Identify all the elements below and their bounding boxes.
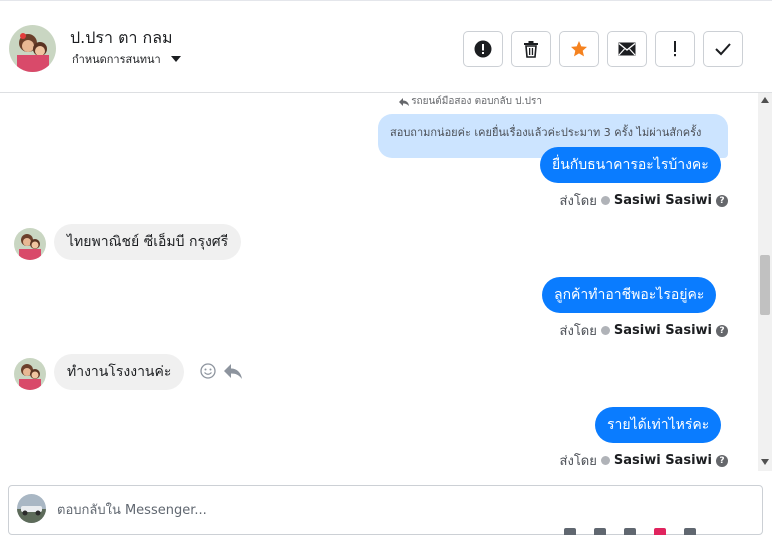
- sent-check-icon: [600, 196, 610, 205]
- conversation-actions: [463, 31, 743, 67]
- sent-by-prefix: ส่งโดย: [559, 324, 597, 339]
- composer-toolbar: [564, 528, 696, 535]
- alert-circle-icon: [474, 40, 492, 58]
- reply-reference-text: รถยนต์มือสอง ตอบกลับ ป.ปรา: [411, 96, 542, 107]
- sender-name[interactable]: Sasiwi Sasiwi: [614, 323, 712, 338]
- outgoing-message[interactable]: ยื่นกับธนาคารอะไรบ้างคะ: [540, 147, 721, 183]
- emoji-icon[interactable]: [654, 528, 666, 535]
- message-thread[interactable]: รถยนต์มือสอง ตอบกลับ ป.ปรา สอบถามกน่อยค่…: [0, 93, 758, 471]
- sent-by-info: ส่งโดย Sasiwi Sasiwi ?: [560, 190, 728, 211]
- mark-unread-button[interactable]: [607, 31, 647, 67]
- checkmark-icon: [715, 43, 731, 56]
- outgoing-message[interactable]: ลูกค้าทำอาชีพอะไรอยู่คะ: [542, 277, 717, 313]
- envelope-icon: [618, 42, 636, 56]
- sent-check-icon: [600, 456, 610, 465]
- attachment-icon[interactable]: [564, 528, 576, 535]
- delete-button[interactable]: [511, 31, 551, 67]
- incoming-message[interactable]: ไทยพาณิชย์ ซีเอ็มบี กรุงศรี: [54, 224, 242, 260]
- scroll-down-arrow-icon[interactable]: [761, 459, 769, 465]
- sent-check-icon: [600, 326, 610, 335]
- saved-reply-icon[interactable]: [594, 528, 606, 535]
- trash-icon: [524, 41, 538, 58]
- scroll-thumb[interactable]: [760, 255, 770, 315]
- incoming-message[interactable]: ทำงานโรงงานค่ะ: [54, 354, 185, 390]
- star-icon: [571, 41, 587, 57]
- sent-by-prefix: ส่งโดย: [559, 194, 597, 209]
- help-icon[interactable]: ?: [716, 454, 728, 467]
- help-icon[interactable]: ?: [716, 324, 728, 337]
- message-scrollbar[interactable]: [758, 93, 772, 471]
- contact-avatar-small[interactable]: [14, 228, 46, 260]
- send-icon[interactable]: [684, 528, 696, 535]
- mark-spam-button[interactable]: [463, 31, 503, 67]
- contact-name[interactable]: ป.ปรา ตา กลม: [70, 26, 173, 51]
- sender-name[interactable]: Sasiwi Sasiwi: [614, 193, 712, 208]
- assign-conversation-dropdown[interactable]: กำหนดการสนทนา: [72, 50, 181, 68]
- emoji-reaction-icon[interactable]: [200, 363, 216, 379]
- conversation-header: ป.ปรา ตา กลม กำหนดการสนทนา: [0, 0, 772, 93]
- sender-name[interactable]: Sasiwi Sasiwi: [614, 453, 712, 468]
- outgoing-message[interactable]: รายได้เท่าไหร่คะ: [595, 407, 722, 443]
- sent-by-info: ส่งโดย Sasiwi Sasiwi ?: [560, 450, 728, 471]
- reply-reference: รถยนต์มือสอง ตอบกลับ ป.ปรา: [399, 94, 542, 109]
- contact-avatar[interactable]: [9, 25, 56, 72]
- scroll-up-arrow-icon[interactable]: [761, 97, 769, 103]
- contact-avatar-small[interactable]: [14, 358, 46, 390]
- reply-icon[interactable]: [224, 363, 242, 379]
- sent-by-info: ส่งโดย Sasiwi Sasiwi ?: [560, 320, 728, 341]
- mark-done-button[interactable]: [703, 31, 743, 67]
- image-icon[interactable]: [624, 528, 636, 535]
- star-button[interactable]: [559, 31, 599, 67]
- help-icon[interactable]: ?: [716, 194, 728, 207]
- page-avatar: [17, 494, 46, 523]
- assign-conversation-label: กำหนดการสนทนา: [72, 53, 161, 66]
- follow-up-button[interactable]: [655, 31, 695, 67]
- message-tools: [200, 363, 242, 379]
- reply-input[interactable]: [57, 500, 657, 520]
- caret-down-icon: [170, 56, 181, 62]
- reply-arrow-icon: [399, 97, 410, 106]
- sent-by-prefix: ส่งโดย: [559, 454, 597, 469]
- exclamation-icon: [674, 41, 676, 57]
- reply-composer: [8, 485, 763, 535]
